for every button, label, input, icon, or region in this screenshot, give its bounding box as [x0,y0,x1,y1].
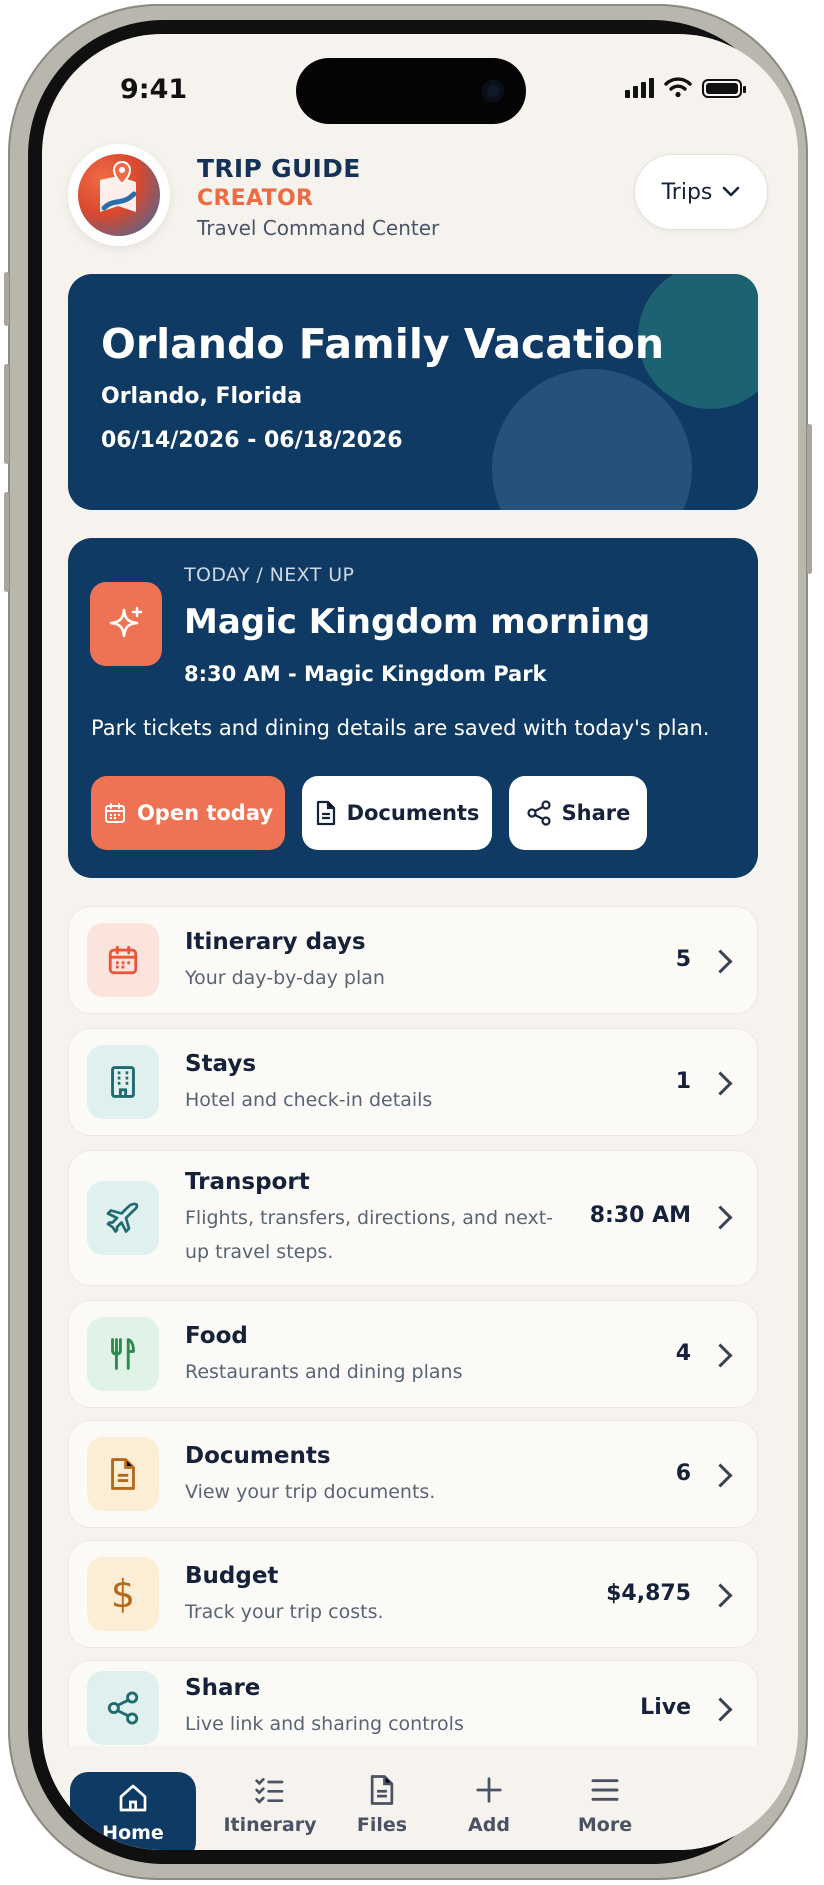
home-icon [119,1784,147,1812]
row-value: Live [640,1695,691,1720]
menu-icon [591,1779,619,1801]
row-subtitle: Track your trip costs. [185,1601,384,1623]
next-up-time: 8:30 AM - Magic Kingdom Park [184,662,547,686]
tab-home[interactable]: Home [70,1772,196,1850]
app-logo [68,144,170,246]
brand-tagline: Travel Command Center [197,216,440,240]
brand-title: TRIP GUIDE [197,154,361,183]
chevron-right-icon [708,1697,733,1722]
share-label: Share [561,801,631,825]
chevron-right-icon [708,1343,733,1368]
sparkle-icon [90,582,162,666]
map-pin-logo-icon [100,161,137,212]
section-row-food[interactable]: Food Restaurants and dining plans 4 [68,1300,758,1408]
document-icon [316,800,335,826]
tab-more[interactable]: More [542,1774,668,1850]
screen: 9:41 TRIP GUIDE CREATOR Travel Command C… [42,34,798,1850]
open-today-label: Open today [136,801,274,825]
next-up-card: TODAY / NEXT UP Magic Kingdom morning 8:… [68,538,758,878]
tab-label: Files [356,1814,408,1836]
document-icon [87,1437,159,1511]
camera [482,80,504,102]
row-title: Share [185,1675,261,1701]
dollar-icon: $ [87,1557,159,1631]
trip-title: Orlando Family Vacation [101,320,665,368]
row-subtitle: Restaurants and dining plans [185,1361,463,1383]
row-title: Transport [185,1169,310,1195]
chevron-down-icon [723,186,740,197]
row-value: 6 [675,1461,691,1486]
mute-switch [4,272,9,326]
row-title: Food [185,1323,248,1349]
app-header: TRIP GUIDE CREATOR Travel Command Center… [68,144,768,254]
share-icon [526,800,551,826]
section-row-itinerary-days[interactable]: Itinerary days Your day-by-day plan 5 [68,906,758,1014]
section-row-budget[interactable]: $ Budget Track your trip costs. $4,875 [68,1540,758,1648]
row-subtitle: Hotel and check-in details [185,1089,433,1111]
tab-add[interactable]: Add [426,1774,552,1850]
building-icon [87,1045,159,1119]
chevron-right-icon [708,1583,733,1608]
tab-label: Add [468,1814,510,1836]
utensils-icon [87,1317,159,1391]
file-icon [370,1775,394,1805]
tab-label: Home [102,1822,164,1844]
checklist-icon [255,1778,284,1804]
share-button[interactable]: Share [509,776,647,850]
documents-label: Documents [346,801,480,825]
row-subtitle: Your day-by-day plan [185,967,385,989]
tab-label: Itinerary [223,1814,317,1836]
signal-icon [625,76,654,98]
plus-icon [476,1777,502,1803]
row-title: Documents [185,1443,331,1469]
section-row-documents[interactable]: Documents View your trip documents. 6 [68,1420,758,1528]
row-title: Itinerary days [185,929,366,955]
calendar-icon [87,923,159,997]
row-subtitle: Flights, transfers, directions, and next… [185,1207,554,1263]
volume-down-button [4,492,9,592]
trips-dropdown-button[interactable]: Trips [634,154,768,230]
row-value: $4,875 [606,1581,691,1606]
phone-frame: 9:41 TRIP GUIDE CREATOR Travel Command C… [4,4,812,1880]
battery-icon [702,79,746,98]
row-subtitle: View your trip documents. [185,1481,436,1503]
row-subtitle: Live link and sharing controls [185,1713,464,1735]
tab-itinerary[interactable]: Itinerary [207,1774,333,1850]
trip-location: Orlando, Florida [101,384,303,409]
trip-dates: 06/14/2026 - 06/18/2026 [101,428,403,453]
chevron-right-icon [708,1205,733,1230]
next-up-kicker: TODAY / NEXT UP [184,564,355,586]
row-title: Budget [185,1563,279,1589]
trips-label: Trips [661,179,713,205]
calendar-icon [104,803,125,823]
row-value: 5 [675,947,691,972]
power-button [807,424,812,574]
chevron-right-icon [708,1463,733,1488]
open-today-button[interactable]: Open today [91,776,285,850]
next-up-title: Magic Kingdom morning [184,602,651,642]
next-up-description: Park tickets and dining details are save… [91,716,710,740]
row-value: 8:30 AM [589,1203,691,1228]
dynamic-island [296,58,526,124]
trip-summary-card[interactable]: Orlando Family Vacation Orlando, Florida… [68,274,758,510]
share-icon [87,1671,159,1745]
status-icons [625,76,746,98]
plane-icon [87,1181,159,1255]
section-row-stays[interactable]: Stays Hotel and check-in details 1 [68,1028,758,1136]
bottom-tab-bar: Home Itinerary Files Add More [42,1746,798,1850]
row-value: 4 [675,1341,691,1366]
chevron-right-icon [708,1071,733,1096]
row-title: Stays [185,1051,257,1077]
volume-up-button [4,364,9,464]
tab-label: More [577,1814,633,1836]
row-value: 1 [675,1069,691,1094]
status-time: 9:41 [120,74,188,105]
chevron-right-icon [708,949,733,974]
section-row-transport[interactable]: Transport Flights, transfers, directions… [68,1150,758,1286]
documents-button[interactable]: Documents [302,776,492,850]
wifi-icon [664,77,692,98]
brand-subtitle: CREATOR [197,186,314,211]
